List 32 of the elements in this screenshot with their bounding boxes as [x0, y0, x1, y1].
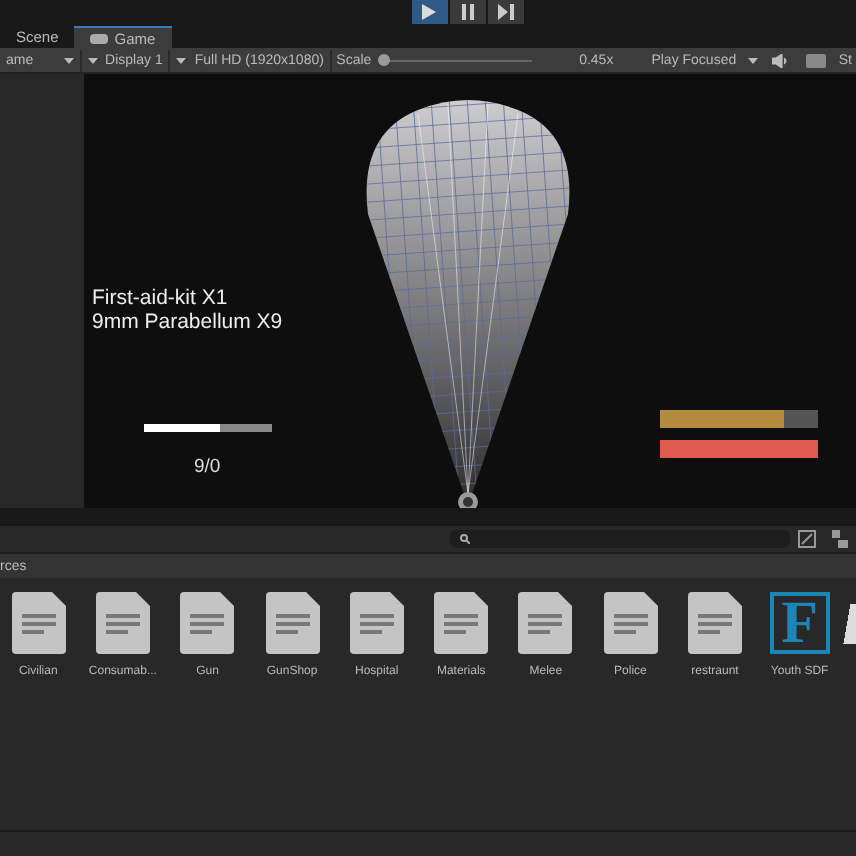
- asset-icon[interactable]: [841, 604, 856, 644]
- inventory-text: 9mm Parabellum X9: [92, 310, 283, 334]
- document-icon[interactable]: [434, 592, 489, 654]
- step-icon: [497, 4, 513, 20]
- speaker-icon[interactable]: [772, 53, 791, 67]
- filter-icon[interactable]: [798, 530, 816, 548]
- caret-icon: [748, 57, 759, 63]
- caret-icon: [63, 57, 74, 63]
- document-icon[interactable]: [180, 592, 235, 654]
- document-icon[interactable]: [603, 592, 658, 654]
- play-button[interactable]: [411, 0, 447, 24]
- document-icon[interactable]: [349, 592, 404, 654]
- gamepad-icon: [90, 33, 109, 43]
- keyboard-icon[interactable]: [806, 53, 827, 67]
- document-icon[interactable]: [95, 592, 150, 654]
- inventory-text: First-aid-kit X1: [92, 286, 230, 310]
- scale-slider-thumb[interactable]: [377, 54, 390, 66]
- document-icon[interactable]: [265, 592, 320, 654]
- ammo-count: 9/0: [194, 456, 221, 478]
- document-icon[interactable]: [11, 592, 66, 654]
- pause-icon: [461, 4, 473, 20]
- caret-icon: [176, 57, 187, 63]
- step-button[interactable]: [487, 0, 523, 24]
- pause-button[interactable]: [449, 0, 485, 24]
- document-icon[interactable]: [518, 592, 573, 654]
- search-icon: [460, 534, 470, 544]
- play-icon: [422, 4, 436, 20]
- document-icon[interactable]: [688, 592, 743, 654]
- font-asset-icon[interactable]: F: [769, 592, 830, 654]
- caret-icon: [87, 57, 98, 63]
- label-icon[interactable]: [832, 530, 848, 548]
- search-field[interactable]: [450, 530, 790, 548]
